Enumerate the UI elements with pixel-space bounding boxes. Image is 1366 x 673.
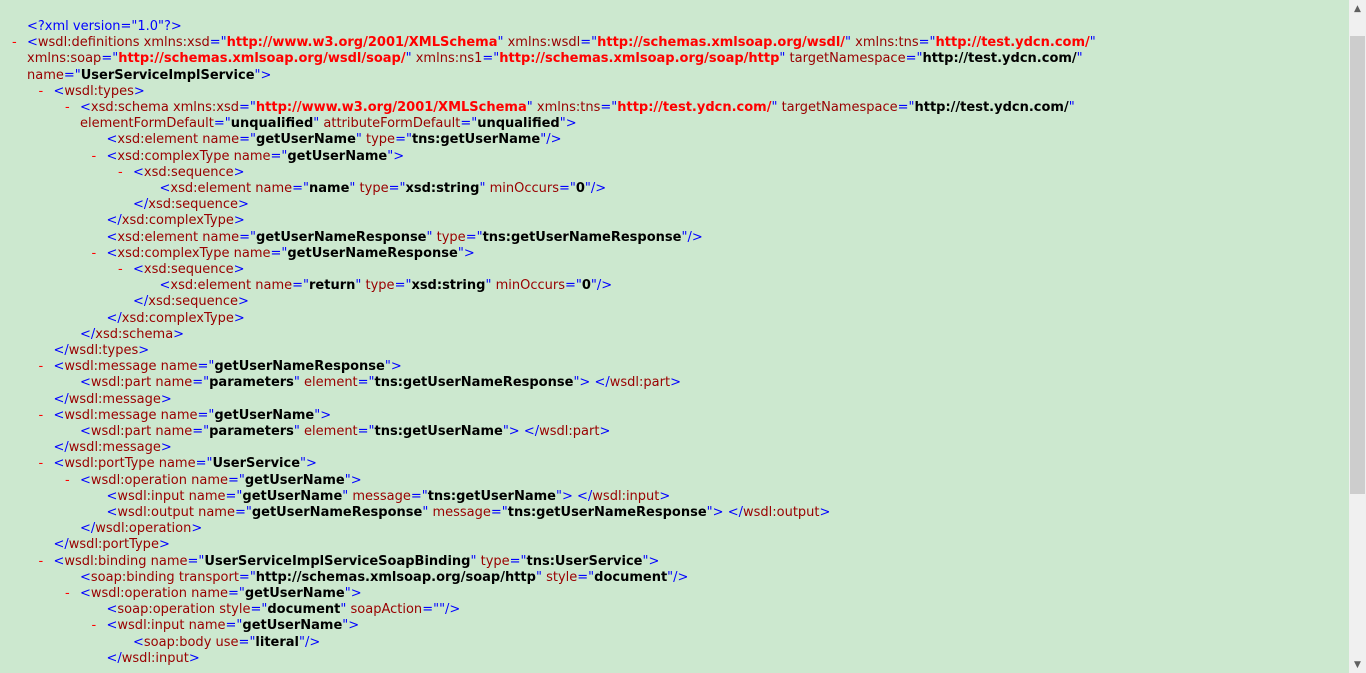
collapse-toggle[interactable]: -: [12, 35, 17, 51]
xml-line: <xsd:sequence>: [133, 164, 245, 180]
collapse-toggle[interactable]: -: [39, 408, 44, 424]
xml-line: <soap:binding transport="http://schemas.…: [80, 569, 689, 585]
xml-line: <soap:operation style="document" soapAct…: [106, 602, 461, 618]
collapse-toggle[interactable]: -: [39, 554, 44, 570]
scroll-down-arrow-icon[interactable]: ▼: [1349, 656, 1366, 673]
collapse-toggle[interactable]: -: [92, 246, 97, 262]
xml-line: <wsdl:binding name="UserServiceImplServi…: [53, 553, 660, 569]
xml-line: <xsd:element name="getUserName" type="tn…: [106, 132, 562, 148]
xml-line: <wsdl:output name="getUserNameResponse" …: [106, 505, 831, 520]
collapse-toggle[interactable]: -: [118, 262, 123, 278]
vertical-scrollbar[interactable]: ▲ ▼: [1349, 0, 1366, 673]
scroll-thumb[interactable]: [1350, 36, 1365, 494]
xml-line: <xsd:element name="return" type="xsd:str…: [159, 278, 613, 294]
xml-line: </wsdl:operation>: [80, 521, 203, 537]
xml-line: <wsdl:input name="getUserName" message="…: [106, 488, 671, 504]
xml-line: </xsd:sequence>: [133, 197, 249, 213]
xml-line: <wsdl:part name="parameters" element="tn…: [80, 375, 681, 391]
xml-line: <xsd:element name="name" type="xsd:strin…: [159, 181, 607, 196]
collapse-toggle[interactable]: -: [39, 456, 44, 472]
xml-line: </wsdl:message>: [53, 440, 172, 456]
scroll-up-arrow-icon[interactable]: ▲: [1349, 0, 1366, 17]
xml-line: <wsdl:operation name="getUserName">: [80, 472, 362, 488]
xml-line: <soap:body use="literal"/>: [133, 634, 321, 650]
xml-line: </xsd:complexType>: [106, 310, 245, 326]
xml-line: </wsdl:message>: [53, 391, 172, 407]
xml-line: <wsdl:operation name="getUserName">: [80, 586, 362, 601]
collapse-toggle[interactable]: -: [65, 586, 70, 602]
xml-line: <wsdl:portType name="UserService">: [53, 456, 317, 472]
xml-line: <wsdl:types>: [53, 83, 145, 99]
xml-line: <xsd:element name="getUserNameResponse" …: [106, 229, 703, 245]
xml-line: <?xml version="1.0"?>: [27, 19, 182, 34]
xml-line: xmlns:soap="http://schemas.xmlsoap.org/w…: [27, 51, 1083, 67]
xml-line: </wsdl:input>: [106, 650, 200, 666]
xml-line: <wsdl:message name="getUserName">: [53, 407, 332, 423]
collapse-toggle[interactable]: -: [39, 84, 44, 100]
xml-line: <wsdl:definitions xmlns:xsd="http://www.…: [27, 35, 1096, 51]
collapse-toggle[interactable]: -: [39, 359, 44, 375]
xml-line: </wsdl:types>: [53, 343, 150, 358]
xml-line: <xsd:complexType name="getUserName">: [106, 148, 405, 164]
xml-line: </xsd:complexType>: [106, 213, 245, 229]
xml-line: <wsdl:message name="getUserNameResponse"…: [53, 359, 402, 375]
xml-line: name="UserServiceImplService">: [27, 67, 272, 83]
collapse-toggle[interactable]: -: [92, 149, 97, 165]
collapse-toggle[interactable]: -: [65, 473, 70, 489]
xml-line: </xsd:sequence>: [133, 294, 249, 310]
xml-line: <wsdl:part name="parameters" element="tn…: [80, 424, 611, 439]
xml-line: <xsd:sequence>: [133, 262, 245, 277]
xml-line: elementFormDefault="unqualified" attribu…: [80, 116, 577, 132]
xml-line: <xsd:complexType name="getUserNameRespon…: [106, 245, 475, 261]
xml-document-viewer: <?xml version="1.0"?> - <wsdl:definitions …: [0, 0, 1349, 673]
xml-line: </wsdl:portType>: [53, 537, 170, 553]
collapse-toggle[interactable]: -: [65, 100, 70, 116]
collapse-toggle[interactable]: -: [118, 165, 123, 181]
xml-line: <xsd:schema xmlns:xsd="http://www.w3.org…: [80, 100, 1075, 115]
xml-line: </xsd:schema>: [80, 326, 185, 342]
xml-line: <wsdl:input name="getUserName">: [106, 618, 360, 634]
collapse-toggle[interactable]: -: [92, 618, 97, 634]
